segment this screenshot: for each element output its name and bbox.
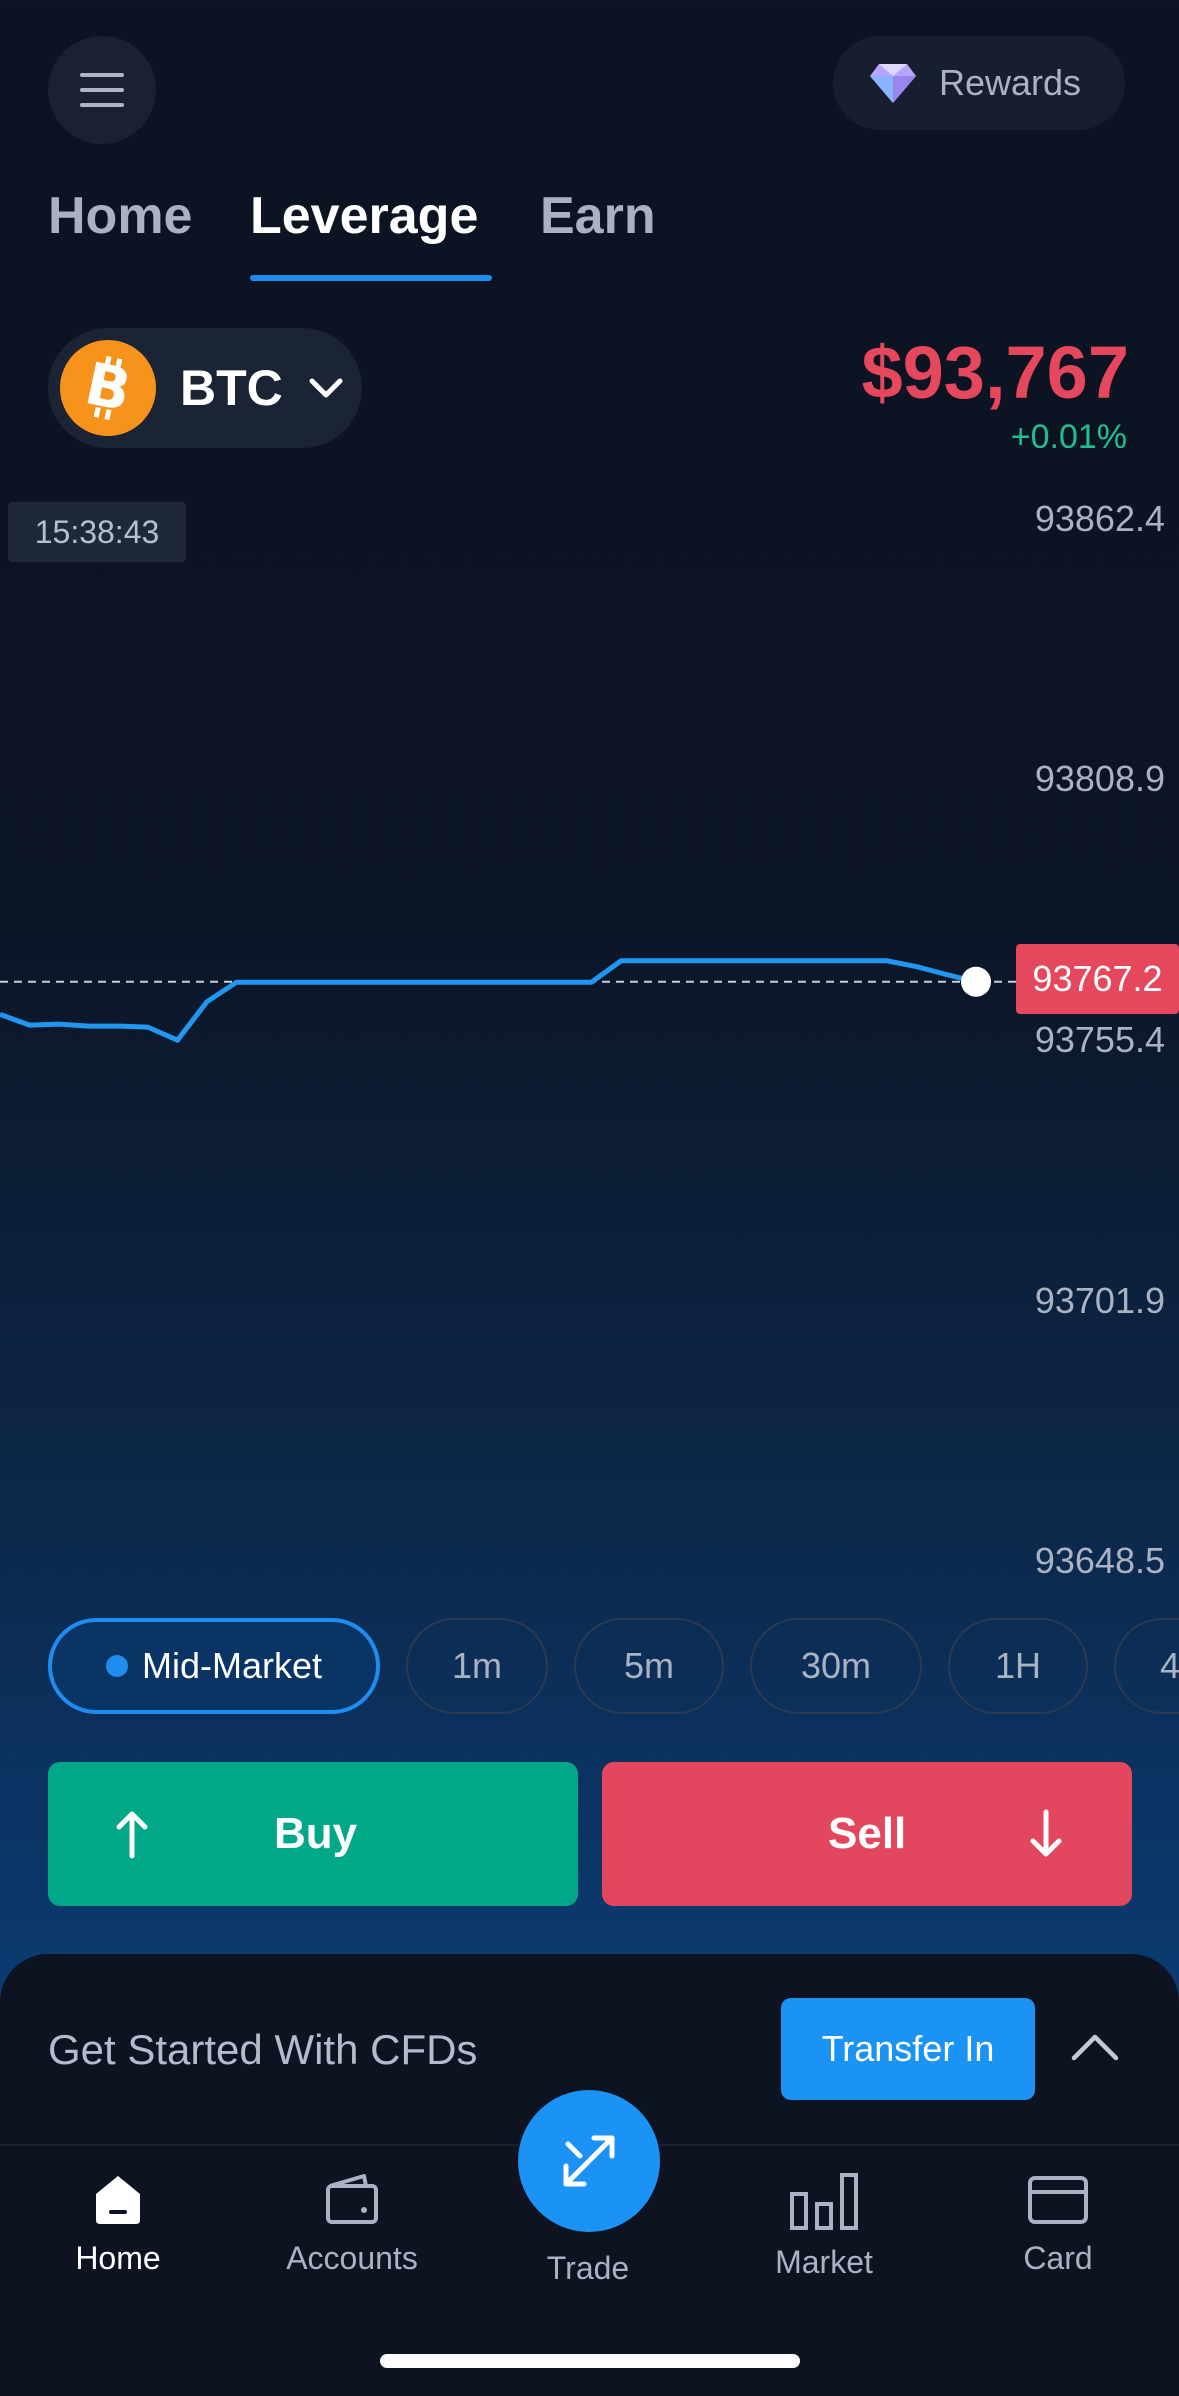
last-price-marker: [961, 966, 991, 997]
cfd-title: Get Started With CFDs: [48, 2026, 478, 2073]
sell-label: Sell: [828, 1809, 907, 1858]
nav-accounts[interactable]: Accounts: [252, 2172, 452, 2277]
asset-selector[interactable]: B BTC: [48, 328, 362, 448]
timeframe-30m[interactable]: 30m: [750, 1618, 922, 1714]
timeframe-label: Mid-Market: [141, 1645, 323, 1686]
active-dot-icon: [105, 1655, 128, 1677]
nav-trade-label: Trade: [546, 2250, 630, 2286]
price-change: +0.01%: [1010, 418, 1127, 448]
asset-price: $93,767: [861, 331, 1130, 414]
chevron-up-icon[interactable]: [1070, 2030, 1120, 2064]
trade-button[interactable]: [518, 2090, 660, 2232]
bar-chart-icon: [790, 2173, 858, 2230]
tab-earn[interactable]: Earn: [540, 186, 656, 246]
price-chart[interactable]: [0, 480, 1179, 1600]
y-tick-label: 93648.5: [1034, 1540, 1165, 1581]
y-tick-label: 93808.9: [1034, 758, 1165, 799]
nav-accounts-label: Accounts: [286, 2240, 418, 2276]
sell-button[interactable]: Sell: [602, 1762, 1132, 1906]
price-series-line: [0, 958, 977, 1043]
timeframe-1m[interactable]: 1m: [406, 1618, 548, 1714]
tab-leverage[interactable]: Leverage: [250, 186, 478, 246]
current-price-tag: 93767.2: [1016, 944, 1179, 1014]
tab-home[interactable]: Home: [48, 186, 192, 246]
y-tick-label: 93755.4: [1034, 1019, 1165, 1060]
y-tick-label: 93701.9: [1034, 1280, 1165, 1321]
hamburger-icon: [80, 88, 124, 92]
buy-button[interactable]: Buy: [48, 1762, 578, 1906]
rewards-label: Rewards: [939, 62, 1082, 103]
swap-arrows-icon: [563, 2135, 615, 2187]
timeframe-4h[interactable]: 4: [1114, 1618, 1179, 1714]
transfer-in-button[interactable]: Transfer In: [781, 1998, 1035, 2100]
nav-home[interactable]: Home: [18, 2172, 218, 2277]
timeframe-1h[interactable]: 1H: [948, 1618, 1088, 1714]
menu-button[interactable]: [48, 36, 156, 144]
home-indicator: [380, 2354, 800, 2368]
chevron-down-icon: [309, 378, 343, 398]
buy-label: Buy: [274, 1809, 358, 1858]
nav-market-label: Market: [775, 2244, 873, 2280]
bitcoin-icon: B: [60, 340, 156, 436]
nav-home-label: Home: [75, 2240, 161, 2276]
nav-card[interactable]: Card: [958, 2172, 1158, 2277]
diamond-icon: [870, 64, 916, 103]
rewards-button[interactable]: Rewards: [833, 36, 1125, 130]
credit-card-icon: [1028, 2176, 1088, 2224]
home-icon: [96, 2176, 140, 2224]
nav-market[interactable]: Market: [724, 2172, 924, 2281]
nav-card-label: Card: [1023, 2240, 1093, 2276]
crosshair-time: 15:38:43: [8, 502, 186, 562]
asset-symbol: BTC: [180, 360, 283, 416]
arrow-up-icon: [116, 1811, 148, 1859]
y-tick-label: 93862.4: [1034, 498, 1165, 539]
timeframe-mid-market[interactable]: Mid-Market: [48, 1618, 380, 1714]
arrow-down-icon: [1030, 1809, 1062, 1857]
wallet-icon: [326, 2174, 378, 2224]
timeframe-5m[interactable]: 5m: [574, 1618, 724, 1714]
active-tab-indicator: [250, 275, 492, 281]
